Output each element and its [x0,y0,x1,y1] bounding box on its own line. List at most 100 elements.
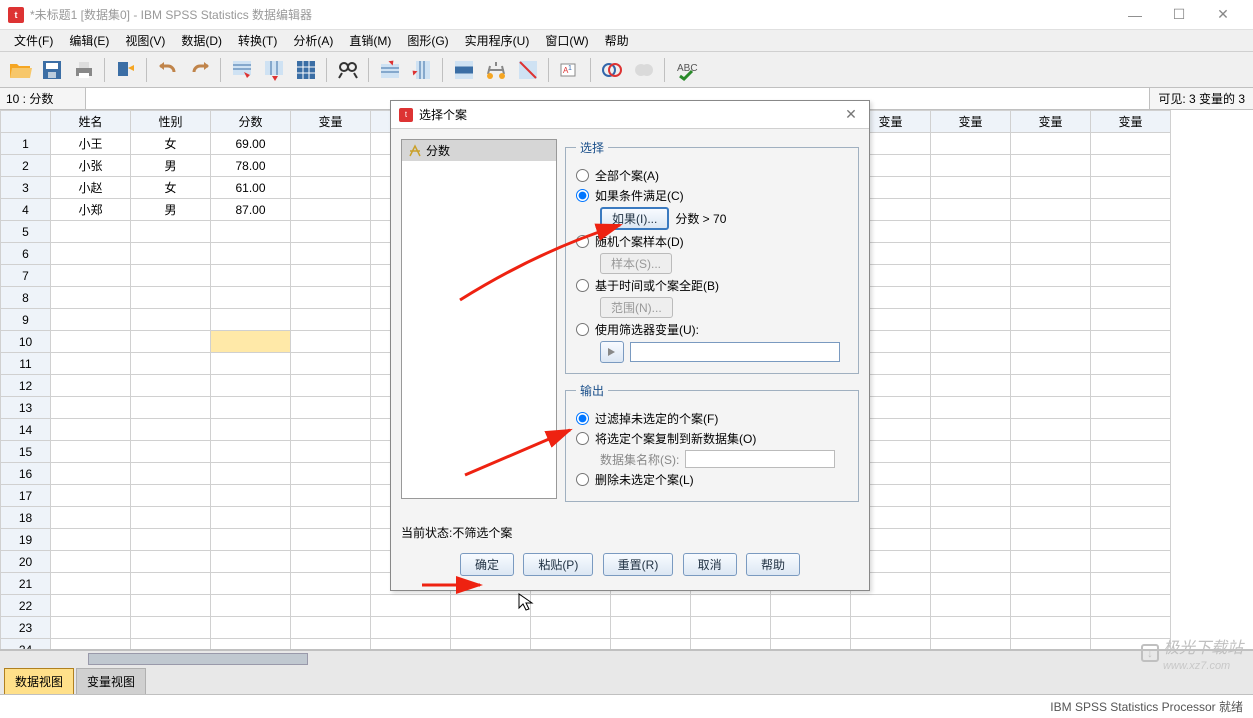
data-cell[interactable] [211,265,291,287]
data-cell[interactable] [51,595,131,617]
data-cell[interactable] [291,265,371,287]
data-cell[interactable] [131,331,211,353]
data-cell[interactable] [51,243,131,265]
maximize-button[interactable]: ☐ [1157,1,1201,29]
row-header[interactable]: 9 [1,309,51,331]
data-cell[interactable] [1011,331,1091,353]
data-cell[interactable] [1011,397,1091,419]
data-cell[interactable] [1091,133,1171,155]
data-cell[interactable] [51,309,131,331]
radio-filter-var[interactable] [576,323,589,336]
row-header[interactable]: 21 [1,573,51,595]
menu-window[interactable]: 窗口(W) [537,30,596,51]
data-cell[interactable] [51,397,131,419]
column-header[interactable]: 变量 [1091,111,1171,133]
data-cell[interactable] [291,529,371,551]
data-cell[interactable] [291,309,371,331]
radio-time-range[interactable] [576,279,589,292]
row-header[interactable]: 4 [1,199,51,221]
radio-delete-unselected[interactable] [576,473,589,486]
data-cell[interactable] [51,485,131,507]
minimize-button[interactable]: — [1113,1,1157,29]
data-cell[interactable] [1091,507,1171,529]
data-cell[interactable] [1011,177,1091,199]
data-cell[interactable] [611,595,691,617]
data-cell[interactable] [931,155,1011,177]
data-cell[interactable] [131,397,211,419]
data-cell[interactable] [931,133,1011,155]
data-cell[interactable] [371,639,451,650]
value-labels-icon[interactable]: A1 [556,56,584,84]
data-cell[interactable] [291,397,371,419]
menu-edit[interactable]: 编辑(E) [61,30,117,51]
data-cell[interactable] [931,419,1011,441]
column-header[interactable]: 性别 [131,111,211,133]
menu-utilities[interactable]: 实用程序(U) [457,30,538,51]
data-cell[interactable] [1011,353,1091,375]
column-header[interactable]: 变量 [931,111,1011,133]
data-cell[interactable] [291,441,371,463]
data-cell[interactable] [851,595,931,617]
data-cell[interactable] [931,595,1011,617]
menu-data[interactable]: 数据(D) [173,30,230,51]
row-header[interactable]: 19 [1,529,51,551]
data-cell[interactable] [131,573,211,595]
row-header[interactable]: 20 [1,551,51,573]
data-cell[interactable] [211,529,291,551]
row-header[interactable]: 8 [1,287,51,309]
data-cell[interactable] [931,397,1011,419]
data-cell[interactable] [1091,309,1171,331]
column-header[interactable]: 分数 [211,111,291,133]
data-cell[interactable] [291,419,371,441]
data-cell[interactable] [211,441,291,463]
row-header[interactable]: 3 [1,177,51,199]
data-cell[interactable] [51,419,131,441]
recall-icon[interactable] [112,56,140,84]
data-cell[interactable] [1091,155,1171,177]
data-cell[interactable] [1011,507,1091,529]
data-cell[interactable]: 女 [131,177,211,199]
data-cell[interactable] [211,639,291,650]
print-icon[interactable] [70,56,98,84]
data-cell[interactable]: 87.00 [211,199,291,221]
data-cell[interactable] [1091,595,1171,617]
data-cell[interactable] [211,573,291,595]
data-cell[interactable] [51,331,131,353]
data-cell[interactable] [211,287,291,309]
data-cell[interactable] [291,177,371,199]
data-cell[interactable] [211,595,291,617]
select-cases-icon[interactable] [514,56,542,84]
data-cell[interactable] [1091,375,1171,397]
find-icon[interactable] [334,56,362,84]
data-cell[interactable]: 小赵 [51,177,131,199]
data-cell[interactable] [931,551,1011,573]
data-cell[interactable] [931,265,1011,287]
data-cell[interactable]: 78.00 [211,155,291,177]
row-header[interactable]: 10 [1,331,51,353]
data-cell[interactable] [51,463,131,485]
data-cell[interactable]: 小张 [51,155,131,177]
data-cell[interactable] [1091,177,1171,199]
data-cell[interactable] [291,353,371,375]
data-cell[interactable] [131,463,211,485]
row-header[interactable]: 2 [1,155,51,177]
data-cell[interactable] [451,595,531,617]
data-cell[interactable] [131,243,211,265]
row-header[interactable]: 18 [1,507,51,529]
data-cell[interactable] [51,287,131,309]
data-cell[interactable] [1011,551,1091,573]
row-header[interactable]: 1 [1,133,51,155]
data-cell[interactable] [931,573,1011,595]
data-cell[interactable] [211,485,291,507]
data-cell[interactable] [131,529,211,551]
if-button[interactable]: 如果(I)... [600,207,669,230]
data-cell[interactable] [931,617,1011,639]
data-cell[interactable] [211,463,291,485]
horizontal-scrollbar[interactable] [0,650,1253,666]
data-cell[interactable] [771,639,851,650]
data-cell[interactable] [1091,265,1171,287]
move-var-button[interactable] [600,341,624,363]
data-cell[interactable] [291,485,371,507]
data-cell[interactable] [51,529,131,551]
data-cell[interactable] [131,485,211,507]
